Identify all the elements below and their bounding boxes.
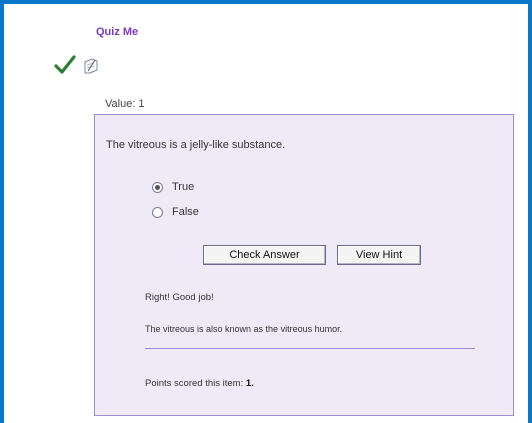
note-icon[interactable]: [83, 57, 99, 75]
points-label: Points scored this item:: [145, 378, 246, 389]
explanation-text: The vitreous is also known as the vitreo…: [145, 324, 343, 334]
radio-false[interactable]: [152, 206, 163, 218]
points-scored: Points scored this item: 1.: [145, 378, 254, 389]
check-answer-button[interactable]: Check Answer: [203, 245, 326, 265]
option-true[interactable]: True: [152, 181, 194, 193]
checkmark-icon: [54, 55, 76, 74]
quiz-frame: Quiz Me Value: 1 The vitreous is a jelly…: [0, 0, 532, 423]
feedback-text: Right! Good job!: [145, 292, 214, 303]
question-text: The vitreous is a jelly-like substance.: [106, 139, 286, 151]
value-label: Value: 1: [105, 98, 145, 110]
points-value: 1.: [245, 378, 254, 389]
divider: [145, 348, 475, 349]
option-false-label: False: [172, 206, 199, 218]
radio-true[interactable]: [152, 181, 163, 193]
view-hint-button[interactable]: View Hint: [337, 245, 421, 265]
option-false[interactable]: False: [152, 206, 199, 218]
option-true-label: True: [172, 181, 195, 193]
quiz-title[interactable]: Quiz Me: [96, 26, 138, 38]
question-panel: The vitreous is a jelly-like substance. …: [94, 114, 514, 416]
